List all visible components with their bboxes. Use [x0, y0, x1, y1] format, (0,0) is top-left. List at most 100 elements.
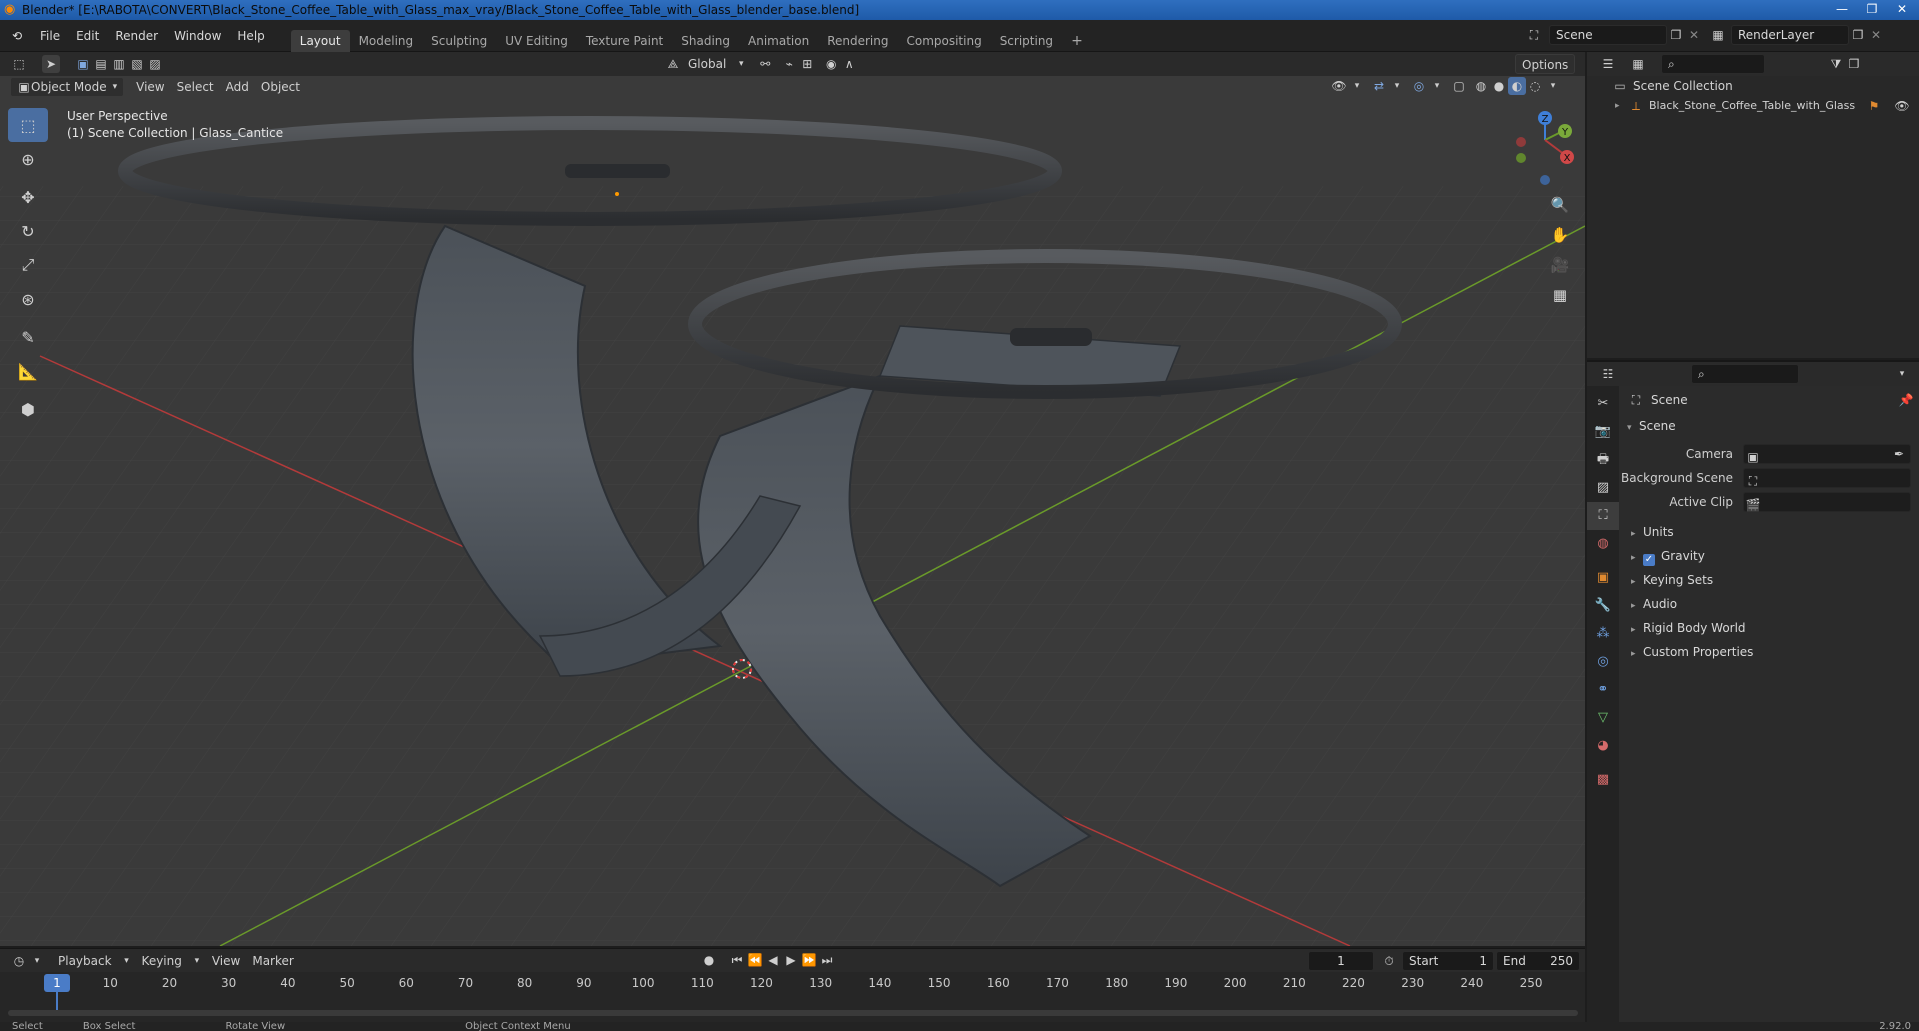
tab-texture[interactable]: ▩	[1587, 766, 1619, 794]
tab-constraints[interactable]: ⚭	[1587, 676, 1619, 704]
transform-orientation-dropdown[interactable]: Global	[682, 54, 732, 74]
menu-playback[interactable]: Playback	[52, 951, 118, 971]
wireframe-shading-icon[interactable]: ◍	[1472, 77, 1490, 95]
gizmo-neg-y-ball[interactable]	[1516, 153, 1526, 163]
overlays-icon[interactable]: ◎	[1410, 77, 1428, 95]
tab-compositing[interactable]: Compositing	[897, 30, 990, 52]
select-new-icon[interactable]: ▣	[74, 55, 92, 73]
scene-panel-header[interactable]: ▾ Scene	[1619, 414, 1919, 438]
tab-shading[interactable]: Shading	[672, 30, 739, 52]
gravity-checkbox[interactable]: ✓	[1643, 554, 1655, 566]
xray-icon[interactable]: ▢	[1450, 77, 1468, 95]
options-dropdown[interactable]: Options	[1515, 54, 1576, 74]
select-invert-icon[interactable]: ▧	[128, 55, 146, 73]
tab-layout[interactable]: Layout	[290, 29, 350, 52]
current-frame-field[interactable]: 1	[1308, 951, 1374, 971]
menu-render[interactable]: Render	[107, 25, 166, 47]
camera-view-icon[interactable]: 🎥	[1547, 252, 1573, 278]
proportional-edit-icon[interactable]: ◉	[822, 55, 840, 73]
view-layer-icon[interactable]: ▦	[1709, 26, 1727, 44]
zoom-icon[interactable]: 🔍	[1547, 192, 1573, 218]
rotate-tool[interactable]: ↻	[8, 214, 48, 248]
new-view-layer-icon[interactable]: ❐	[1849, 26, 1867, 44]
display-mode-icon[interactable]: ▦	[1629, 55, 1647, 73]
transform-tool[interactable]: ⊛	[8, 282, 48, 316]
record-icon[interactable]: ●	[700, 951, 718, 969]
chevron-down-icon[interactable]: ▾	[1893, 365, 1911, 383]
tab-modeling[interactable]: Modeling	[350, 30, 423, 52]
annotate-tool[interactable]: ✎	[8, 320, 48, 354]
keying-sets-panel-header[interactable]: ▸ Keying Sets	[1619, 568, 1919, 592]
tab-world[interactable]: ◍	[1587, 530, 1619, 558]
tab-texture-paint[interactable]: Texture Paint	[577, 30, 672, 52]
start-frame-field[interactable]: Start 1	[1402, 951, 1494, 971]
stopwatch-icon[interactable]: ⏱	[1380, 952, 1398, 970]
gizmo-toggle-icon[interactable]: ⇄	[1370, 77, 1388, 95]
menu-timeline-view[interactable]: View	[206, 951, 246, 971]
pan-hand-icon[interactable]: ✋	[1547, 222, 1573, 248]
properties-search-input[interactable]: ⌕	[1691, 364, 1799, 384]
tab-particles[interactable]: ⁂	[1587, 620, 1619, 648]
end-frame-field[interactable]: End 250	[1496, 951, 1580, 971]
select-tool-icon[interactable]: ➤	[42, 55, 60, 73]
tab-scripting[interactable]: Scripting	[991, 30, 1062, 52]
snap-target-icon[interactable]: ⊞	[798, 55, 816, 73]
solid-shading-icon[interactable]: ●	[1490, 77, 1508, 95]
next-keyframe-icon[interactable]: ⏩	[800, 951, 818, 969]
minimize-icon[interactable]: —	[1827, 0, 1857, 18]
menu-window[interactable]: Window	[166, 25, 229, 47]
units-panel-header[interactable]: ▸ Units	[1619, 520, 1919, 544]
menu-select[interactable]: Select	[171, 77, 220, 97]
add-cube-tool[interactable]: ⬢	[8, 392, 48, 426]
play-reverse-icon[interactable]: ◀	[764, 951, 782, 969]
snap-icon[interactable]: ⌁	[780, 55, 798, 73]
gizmo-neg-x-ball[interactable]	[1516, 137, 1526, 147]
tab-output[interactable]: 🖶	[1587, 446, 1619, 474]
add-workspace-icon[interactable]: +	[1062, 30, 1092, 52]
outliner-row-scene-collection[interactable]: ▭ Scene Collection	[1587, 76, 1919, 96]
expand-arrow-icon[interactable]: ▸	[1615, 96, 1627, 116]
prev-keyframe-icon[interactable]: ⏪	[746, 951, 764, 969]
outliner-editor-icon[interactable]: ☰	[1599, 55, 1617, 73]
eyedropper-icon[interactable]: ✒	[1890, 445, 1908, 463]
background-scene-field[interactable]: ⛶	[1743, 468, 1911, 488]
maximize-icon[interactable]: ❐	[1857, 0, 1887, 18]
select-box-tool[interactable]: ⬚	[8, 108, 48, 142]
tab-sculpting[interactable]: Sculpting	[422, 30, 496, 52]
scene-selector[interactable]: Scene	[1549, 25, 1667, 45]
menu-marker[interactable]: Marker	[246, 951, 299, 971]
move-tool[interactable]: ✥	[8, 180, 48, 214]
pivot-point-icon[interactable]: ⚯	[756, 55, 774, 73]
gizmo-neg-z-ball[interactable]	[1540, 175, 1550, 185]
tab-material[interactable]: ◕	[1587, 732, 1619, 760]
filter-icon[interactable]: ⧩	[1827, 55, 1845, 73]
new-collection-icon[interactable]: ❐	[1845, 55, 1863, 73]
menu-view[interactable]: View	[130, 77, 170, 97]
outliner-row-object[interactable]: ▸ ⟂ Black_Stone_Coffee_Table_with_Glass …	[1587, 96, 1919, 116]
tab-scene[interactable]: ⛶	[1587, 502, 1619, 530]
cursor-tool[interactable]: ⊕	[8, 142, 48, 176]
close-icon[interactable]: ✕	[1887, 0, 1917, 18]
measure-tool[interactable]: 📐	[8, 354, 48, 388]
menu-object[interactable]: Object	[255, 77, 306, 97]
jump-end-icon[interactable]: ⏭	[818, 951, 836, 969]
3d-viewport[interactable]: Z Y X	[0, 76, 1585, 946]
proportional-falloff-icon[interactable]: ∧	[840, 55, 858, 73]
timeline-scrollbar[interactable]	[8, 1010, 1578, 1016]
menu-help[interactable]: Help	[229, 25, 272, 47]
camera-field[interactable]: ▣ ✒	[1743, 444, 1911, 464]
tab-rendering[interactable]: Rendering	[818, 30, 897, 52]
tab-physics[interactable]: ◎	[1587, 648, 1619, 676]
play-icon[interactable]: ▶	[782, 951, 800, 969]
jump-start-icon[interactable]: ⏮	[728, 951, 746, 969]
tab-view-layer[interactable]: ▨	[1587, 474, 1619, 502]
scene-icon[interactable]: ⛶	[1525, 26, 1543, 44]
outliner-search-input[interactable]: ⌕	[1661, 54, 1765, 74]
blender-menu-icon[interactable]: ⟲	[8, 27, 26, 45]
menu-file[interactable]: File	[32, 25, 68, 47]
timeline-ruler[interactable]: 1 10 20 30 40 50 60 70 80 90 100 110 120 130 140 150 160…	[0, 972, 1585, 1022]
scale-tool[interactable]: ⤢	[8, 248, 48, 282]
menu-edit[interactable]: Edit	[68, 25, 107, 47]
timeline-editor-icon[interactable]: ◷	[10, 952, 28, 970]
delete-scene-icon[interactable]: ✕	[1685, 26, 1703, 44]
